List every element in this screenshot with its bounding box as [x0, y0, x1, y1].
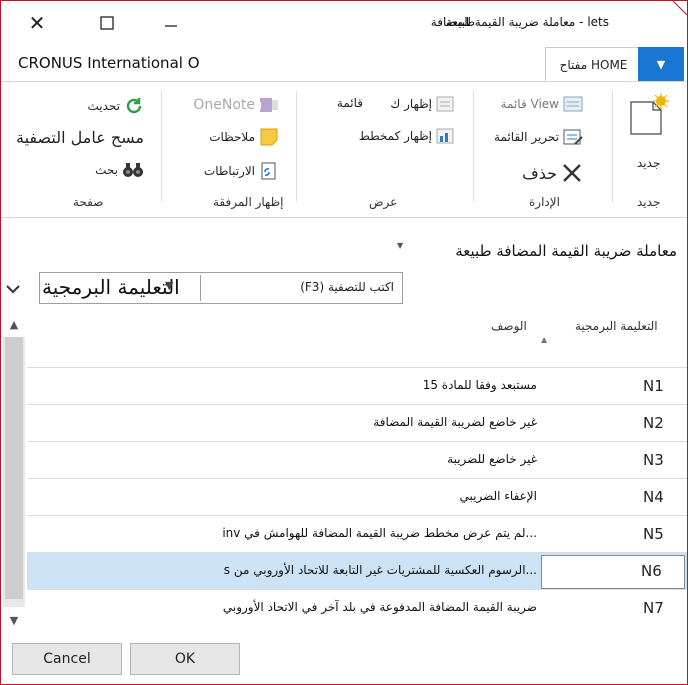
edit-list-icon	[563, 129, 583, 145]
scroll-down-icon[interactable]: ▼	[3, 607, 25, 633]
cell-code: N2	[643, 414, 664, 432]
clear-filter-button[interactable]: مسح عامل التصفية	[16, 128, 144, 147]
view-list-label: View قائمة	[500, 97, 559, 111]
cell-description: ...لم يتم عرض مخطط ضريبة القيمة المضافة …	[222, 526, 537, 540]
notes-label: ملاحظات	[209, 130, 255, 144]
vertical-scrollbar[interactable]: ▲ ▼	[3, 311, 25, 633]
filter-placeholder: اكتب للتصفية (F3)	[300, 280, 394, 294]
group-new: جديد	[637, 195, 661, 209]
onenote-icon: N	[259, 98, 278, 112]
table-row[interactable]: N7 ضريبة القيمة المضافة المدفوعة في بلد …	[27, 589, 687, 627]
close-icon[interactable]: ✕	[15, 7, 59, 39]
corner-mark-icon	[672, 1, 687, 16]
svg-text:N: N	[259, 101, 262, 112]
group-manage: الإدارة	[529, 195, 560, 209]
ribbon-separator	[161, 90, 162, 202]
chevron-down-icon[interactable]: ▼	[165, 279, 173, 292]
table-row[interactable]: N2 غير خاضع لضريبة القيمة المضافة	[27, 404, 687, 442]
scroll-thumb[interactable]	[5, 337, 23, 599]
show-as-list-label: إظهار ك	[390, 97, 432, 111]
ribbon-separator	[473, 90, 474, 202]
new-button-label: جديد	[637, 156, 661, 170]
cell-code: N5	[643, 525, 664, 543]
table-row[interactable]: N1 مستبعد وفقا للمادة 15	[27, 367, 687, 405]
delete-label: حذف	[522, 163, 557, 183]
expand-chevron-icon[interactable]	[6, 282, 20, 298]
cell-code: N4	[643, 488, 664, 506]
notes-icon	[260, 128, 278, 146]
onenote-button[interactable]: N OneNote	[193, 96, 279, 114]
cell-description: غير خاضع للضريبة	[447, 452, 537, 466]
ribbon-dropdown-button[interactable]: ▼	[638, 47, 684, 81]
breadcrumb-dropdown-icon[interactable]: ▼	[397, 241, 403, 250]
data-grid: ▲ ▼ التعليمة البرمجية الوصف N1 مستبعد وف…	[3, 311, 687, 633]
new-document-icon	[630, 93, 669, 135]
cell-code: N7	[643, 599, 664, 617]
show-as-list-button[interactable]: إظهار ك	[390, 96, 454, 112]
cell-description: الإعفاء الضريبي	[459, 489, 537, 503]
scroll-up-icon[interactable]: ▲	[3, 311, 25, 337]
chevron-down-icon: ▼	[656, 57, 666, 71]
cell-code: N3	[643, 451, 664, 469]
refresh-label: تحديث	[87, 99, 120, 113]
clear-filter-label: مسح عامل التصفية	[16, 128, 144, 147]
refresh-button[interactable]: تحديث	[87, 96, 144, 116]
filter-input[interactable]: اكتب للتصفية (F3) التعليمة البرمجية ▼	[39, 272, 403, 304]
find-label: بحث	[95, 163, 118, 177]
list-label-item: قائمة	[337, 96, 363, 110]
table-row[interactable]: N5 ...لم يتم عرض مخطط ضريبة القيمة المضا…	[27, 515, 687, 553]
delete-icon	[563, 164, 581, 182]
show-as-chart-label: إظهار كمخطط	[358, 129, 432, 143]
refresh-icon	[126, 98, 142, 114]
new-button[interactable]: جديد	[625, 90, 677, 170]
column-header-code[interactable]: التعليمة البرمجية	[575, 319, 658, 333]
links-button[interactable]: الارتباطات	[204, 162, 279, 180]
title-bar: ✕ طبيعة lets - معاملة ضريبة القيمة المضا…	[1, 1, 687, 45]
ribbon-separator	[612, 90, 613, 202]
cell-description: ...الرسوم العكسية للمشتريات غير التابعة …	[223, 563, 537, 577]
edit-list-label: تحرير القائمة	[494, 130, 559, 144]
find-button[interactable]: بحث	[95, 162, 144, 178]
group-attachments: إظهار المرفقة	[213, 195, 284, 209]
table-row[interactable]: N4 الإعفاء الضريبي	[27, 478, 687, 516]
group-page: صفحة	[73, 195, 104, 209]
group-view: عرض	[369, 195, 398, 209]
cell-code: N1	[643, 377, 664, 395]
show-as-chart-button[interactable]: إظهار كمخطط	[359, 128, 454, 144]
links-label: الارتباطات	[203, 164, 255, 178]
list-label: قائمة	[336, 96, 363, 110]
notes-button[interactable]: ملاحظات	[209, 128, 279, 146]
sort-ascending-icon: ▲	[541, 335, 548, 344]
cancel-button[interactable]: Cancel	[12, 643, 122, 675]
edit-list-button[interactable]: تحرير القائمة	[494, 128, 583, 146]
column-header-description[interactable]: الوصف	[491, 319, 527, 333]
filter-field-selector[interactable]: التعليمة البرمجية	[42, 275, 180, 299]
cell-description: غير خاضع لضريبة القيمة المضافة	[373, 415, 537, 429]
cell-description: مستبعد وفقا للمادة 15	[422, 378, 537, 392]
ribbon-separator	[296, 90, 297, 202]
show-as-list-icon	[436, 96, 454, 112]
selected-cell[interactable]	[541, 555, 685, 589]
breadcrumb: معاملة ضريبة القيمة المضافة طبيعة	[455, 242, 677, 260]
cell-description: ضريبة القيمة المضافة المدفوعة في بلد آخر…	[222, 600, 537, 614]
ok-button[interactable]: OK	[130, 643, 240, 675]
filter-separator	[200, 275, 201, 301]
minimize-icon[interactable]	[149, 7, 193, 39]
company-name: CRONUS International O	[18, 54, 200, 72]
table-row[interactable]: N3 غير خاضع للضريبة	[27, 441, 687, 479]
table-row-selected[interactable]: N6 ...الرسوم العكسية للمشتريات غير التاب…	[27, 552, 687, 590]
chart-icon	[436, 128, 454, 144]
window-title: lets - معاملة ضريبة القيمة المضافة	[430, 15, 609, 29]
links-icon	[261, 162, 276, 180]
view-icon	[563, 96, 583, 112]
binoculars-icon	[123, 163, 143, 177]
tab-home[interactable]: مفتاح HOME	[545, 47, 642, 82]
delete-button[interactable]: حذف	[522, 162, 583, 184]
view-list-button[interactable]: View قائمة	[501, 96, 583, 112]
onenote-label: OneNote	[193, 97, 255, 113]
cell-code: N6	[641, 562, 662, 580]
maximize-icon[interactable]	[85, 7, 129, 39]
lookup-window: ✕ طبيعة lets - معاملة ضريبة القيمة المضا…	[0, 0, 688, 685]
ribbon: جديد جديد View قائمة تحرير القائمة حذف ا…	[1, 81, 687, 218]
